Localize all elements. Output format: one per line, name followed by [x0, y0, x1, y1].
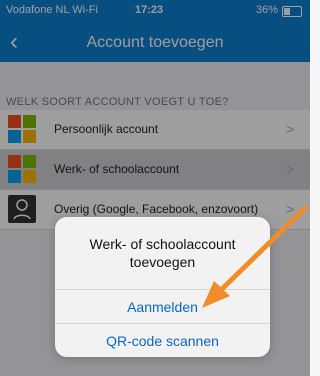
sign-in-button[interactable]: Aanmelden — [55, 289, 270, 324]
scan-qr-code-button[interactable]: QR-code scannen — [55, 323, 270, 357]
action-sheet: Werk- of schoolaccount toevoegen Aanmeld… — [55, 217, 270, 357]
action-sheet-title: Werk- of schoolaccount toevoegen — [89, 236, 236, 270]
